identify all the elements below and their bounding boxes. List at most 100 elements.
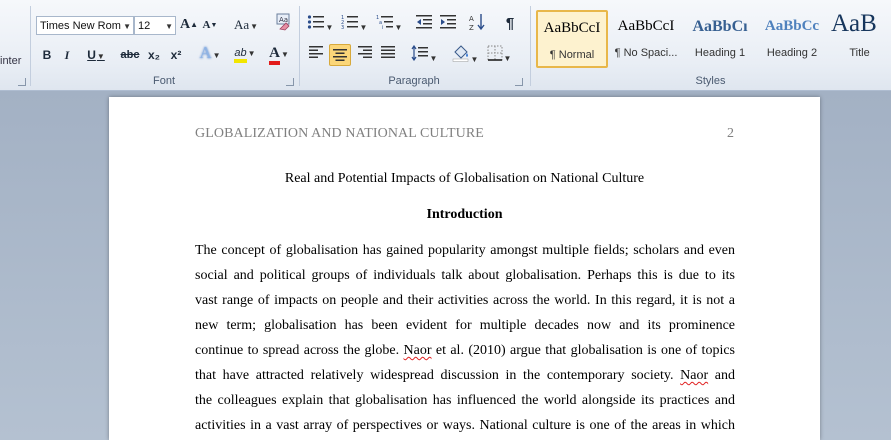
underline-button[interactable]: U▼ xyxy=(83,45,109,65)
justify-button[interactable] xyxy=(378,45,398,65)
shrink-arrow-icon: ▼ xyxy=(210,21,218,29)
grow-font-button[interactable]: A▲ xyxy=(180,15,198,35)
sort-button[interactable]: A Z xyxy=(468,13,488,33)
bullets-icon xyxy=(307,15,324,29)
font-size-value: 12 xyxy=(138,20,151,32)
chevron-down-icon: ▼ xyxy=(212,51,221,60)
spelling-error-mark[interactable]: Naor xyxy=(680,368,708,383)
grow-arrow-icon: ▲ xyxy=(190,20,199,29)
style-heading-1[interactable]: AaBbCı Heading 1 xyxy=(684,10,756,68)
align-left-button[interactable] xyxy=(306,45,326,65)
bold-button[interactable]: B xyxy=(39,45,55,65)
document-title[interactable]: Real and Potential Impacts of Globalisat… xyxy=(109,171,820,187)
chevron-down-icon: ▼ xyxy=(503,54,512,63)
chevron-down-icon: ▼ xyxy=(96,52,105,61)
styles-gallery: AaBbCcI ¶ Normal AaBbCcI ¶ No Spaci... A… xyxy=(534,10,891,68)
borders-icon xyxy=(487,45,503,61)
change-case-label: Aa xyxy=(233,17,250,32)
chevron-down-icon: ▼ xyxy=(280,50,289,59)
style-sample-text: AaBbCı xyxy=(692,18,748,35)
body-text-line[interactable]: social and political groups of individua… xyxy=(195,267,735,285)
format-painter-label[interactable]: inter xyxy=(0,55,21,67)
subscript-button[interactable]: x₂ xyxy=(145,45,163,65)
align-right-icon xyxy=(358,46,372,58)
page-number[interactable]: 2 xyxy=(727,126,734,142)
style-heading-2[interactable]: AaBbCc Heading 2 xyxy=(756,10,828,68)
sort-icon: A Z xyxy=(469,14,485,32)
paint-bucket-icon xyxy=(452,45,468,62)
style-name-label: ¶ No Spaci... xyxy=(614,47,678,59)
font-color-label: A xyxy=(269,45,280,65)
chevron-down-icon: ▼ xyxy=(250,22,259,31)
body-text-line[interactable]: continue to spread across the globe. Nao… xyxy=(195,342,735,360)
clipboard-dialog-launcher[interactable] xyxy=(18,78,26,86)
style-no-spacing[interactable]: AaBbCcI ¶ No Spaci... xyxy=(610,10,682,68)
multilevel-list-icon: 1 a i xyxy=(376,15,393,31)
line-spacing-button[interactable]: ▼ xyxy=(410,44,438,65)
spelling-error-mark[interactable]: Naor xyxy=(404,343,432,358)
multilevel-list-button[interactable]: 1 a i ▼ xyxy=(374,14,404,34)
clear-formatting-button[interactable]: Aa xyxy=(274,13,294,35)
font-name-value: Times New Rom xyxy=(40,20,121,32)
chevron-down-icon[interactable]: ▼ xyxy=(123,17,131,36)
decrease-indent-icon xyxy=(416,15,432,29)
font-dialog-launcher[interactable] xyxy=(286,78,294,86)
align-center-button[interactable] xyxy=(329,44,351,66)
text-effects-label: A xyxy=(199,43,212,62)
align-right-button[interactable] xyxy=(355,45,375,65)
shrink-font-button[interactable]: A▼ xyxy=(201,15,219,35)
style-title[interactable]: AaB Title xyxy=(828,10,891,68)
style-sample-text: AaB xyxy=(831,10,877,37)
numbering-icon: 1 2 3 xyxy=(341,15,358,31)
borders-button[interactable]: ▼ xyxy=(485,45,513,65)
shading-button[interactable]: ▼ xyxy=(450,44,480,64)
body-text-line[interactable]: new term; globalisation has been evident… xyxy=(195,317,735,335)
highlight-button[interactable]: ab▼ xyxy=(230,43,260,63)
style-name-label: ¶ Normal xyxy=(549,49,595,61)
body-text-line[interactable]: vast range of impacts on people and thei… xyxy=(195,292,735,310)
font-size-combo[interactable]: 12 ▼ xyxy=(134,16,176,35)
decrease-indent-button[interactable] xyxy=(414,14,434,34)
chevron-down-icon: ▼ xyxy=(247,49,256,58)
show-formatting-button[interactable]: ¶ xyxy=(500,14,520,34)
strikethrough-button[interactable]: abc xyxy=(119,45,141,65)
increase-indent-button[interactable] xyxy=(438,14,458,34)
grow-font-label: A xyxy=(180,17,191,32)
chevron-down-icon: ▼ xyxy=(359,23,368,32)
chevron-down-icon: ▼ xyxy=(325,23,334,32)
document-page[interactable]: GLOBALIZATION AND NATIONAL CULTURE 2 Rea… xyxy=(109,97,820,440)
superscript-button[interactable]: x² xyxy=(167,45,185,65)
style-sample-text: AaBbCcI xyxy=(617,18,675,34)
underline-label: U xyxy=(87,48,96,62)
font-color-button[interactable]: A▼ xyxy=(264,43,294,65)
highlight-label: ab xyxy=(234,47,247,63)
svg-text:A: A xyxy=(469,15,474,23)
chevron-down-icon: ▼ xyxy=(470,55,479,64)
chevron-down-icon: ▼ xyxy=(429,54,438,63)
line-spacing-icon xyxy=(411,44,428,62)
clear-formatting-icon: Aa xyxy=(276,13,290,31)
svg-text:Z: Z xyxy=(469,24,474,31)
increase-indent-icon xyxy=(440,15,456,29)
svg-text:3: 3 xyxy=(341,25,344,30)
chevron-down-icon: ▼ xyxy=(394,23,403,32)
running-head[interactable]: GLOBALIZATION AND NATIONAL CULTURE xyxy=(195,126,484,142)
change-case-button[interactable]: Aa▼ xyxy=(232,15,260,35)
text-effects-button[interactable]: A▼ xyxy=(196,43,224,63)
chevron-down-icon[interactable]: ▼ xyxy=(165,17,173,36)
body-text-line[interactable]: the colleagues explain that globalisatio… xyxy=(195,392,735,410)
section-heading[interactable]: Introduction xyxy=(109,207,820,223)
svg-text:i: i xyxy=(382,25,383,30)
italic-button[interactable]: I xyxy=(59,45,75,65)
bullets-button[interactable]: ▼ xyxy=(306,14,334,34)
style-normal[interactable]: AaBbCcI ¶ Normal xyxy=(536,10,608,68)
paragraph-dialog-launcher[interactable] xyxy=(515,78,523,86)
body-text-line[interactable]: that have attracted relatively widesprea… xyxy=(195,367,735,385)
numbering-button[interactable]: 1 2 3 ▼ xyxy=(339,14,369,34)
font-name-combo[interactable]: Times New Rom ▼ xyxy=(36,16,134,35)
body-text-line[interactable]: activities in a vast array of perspectiv… xyxy=(195,417,735,435)
body-text-line[interactable]: The concept of globalisation has gained … xyxy=(195,242,735,260)
style-name-label: Title xyxy=(849,47,870,59)
paragraph-group-label: Paragraph xyxy=(388,75,440,87)
style-sample-text: AaBbCcI xyxy=(543,20,601,36)
